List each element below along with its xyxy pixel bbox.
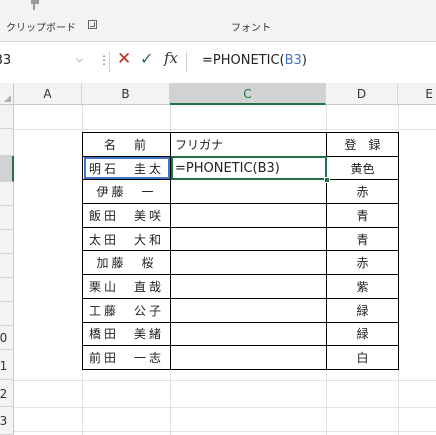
row-number: 11 <box>0 359 8 373</box>
cell-c2[interactable]: フリガナ <box>170 132 327 157</box>
row-header-12[interactable]: 12 <box>0 380 14 407</box>
cell-edit-text[interactable]: =PHONETIC(B3) <box>175 161 280 176</box>
cell-b11[interactable]: 前田 一志 <box>82 345 171 370</box>
ribbon: クリップボード フォント <box>0 0 436 42</box>
cell-d10[interactable]: 緑 <box>326 321 399 347</box>
clipboard-group-label: クリップボード <box>6 23 76 34</box>
select-all-button[interactable] <box>0 83 14 105</box>
row-number: 12 <box>0 387 8 401</box>
row-header-1[interactable] <box>0 105 14 129</box>
cell-b6[interactable]: 太田 大和 <box>82 226 171 252</box>
enter-icon[interactable]: ✓ <box>140 49 153 68</box>
cell-d11[interactable]: 白 <box>326 345 399 370</box>
row-number: 13 <box>0 414 8 428</box>
cell-c11[interactable] <box>170 345 327 370</box>
font-group-label: フォント <box>231 23 271 34</box>
row-number: 10 <box>0 331 8 345</box>
cell-b7[interactable]: 加藤 桜 <box>82 250 171 276</box>
row-header-11[interactable]: 11 <box>0 350 14 380</box>
formula-bar: B3 ⌵ ⋮ ✕ ✓ fx =PHONETIC(B3) <box>0 46 436 76</box>
row-header-8[interactable] <box>0 278 14 302</box>
cell-c8[interactable] <box>170 274 327 299</box>
table-row: 飯田 美咲 青 <box>82 203 399 228</box>
column-header-c[interactable]: C <box>170 83 326 105</box>
row-header-3[interactable] <box>0 156 14 182</box>
cancel-icon[interactable]: ✕ <box>117 49 131 69</box>
grid-line <box>14 407 436 408</box>
row-header-6[interactable] <box>0 230 14 254</box>
grid-line <box>14 129 436 130</box>
column-header-b[interactable]: B <box>82 83 170 105</box>
formula-input[interactable]: =PHONETIC(B3) <box>202 53 307 68</box>
table-row: 橋田 美緒 緑 <box>82 321 399 347</box>
cell-b10[interactable]: 橋田 美緒 <box>82 321 171 347</box>
format-painter-icon[interactable] <box>28 0 42 10</box>
table-row: 栗山 直哉 紫 <box>82 274 399 299</box>
cell-c3[interactable]: =PHONETIC(B3) <box>170 155 330 184</box>
cell-d4[interactable]: 赤 <box>326 179 399 205</box>
cell-d8[interactable]: 紫 <box>326 274 399 299</box>
row-header-4[interactable] <box>0 182 14 206</box>
row-header-2[interactable] <box>0 129 14 156</box>
cell-b8[interactable]: 栗山 直哉 <box>82 274 171 299</box>
fill-handle[interactable] <box>324 177 330 184</box>
cell-c6[interactable] <box>170 226 327 252</box>
row-header-13[interactable]: 13 <box>0 407 14 435</box>
cell-c4[interactable] <box>170 179 327 205</box>
cell-c7[interactable] <box>170 250 327 276</box>
table-row: 太田 大和 青 <box>82 226 399 252</box>
cell-c9[interactable] <box>170 297 327 323</box>
divider <box>186 52 187 72</box>
formula-reference: B3 <box>284 53 302 68</box>
cell-b9[interactable]: 工藤 公子 <box>82 297 171 323</box>
column-header-d[interactable]: D <box>326 83 398 105</box>
cell-d7[interactable]: 赤 <box>326 250 399 276</box>
cell-b4[interactable]: 伊藤 一 <box>82 179 171 205</box>
cell-d9[interactable]: 緑 <box>326 297 399 323</box>
grid-line <box>14 431 436 432</box>
table-row: 工藤 公子 緑 <box>82 297 399 323</box>
cell-b5[interactable]: 飯田 美咲 <box>82 203 171 228</box>
row-header-10[interactable]: 10 <box>0 326 14 350</box>
roster-table: 名 前 フリガナ 登 録 明石 圭太 =PHONETIC(B3) 黄色 伊藤 一… <box>82 132 399 370</box>
cell-b2[interactable]: 名 前 <box>82 132 171 157</box>
row-header-5[interactable] <box>0 206 14 230</box>
table-row: 明石 圭太 =PHONETIC(B3) 黄色 <box>82 155 399 184</box>
table-row: 加藤 桜 赤 <box>82 250 399 276</box>
table-row: 伊藤 一 赤 <box>82 179 399 205</box>
cell-b3[interactable]: 明石 圭太 <box>82 155 171 181</box>
chevron-down-icon[interactable]: ⌵ <box>76 55 83 65</box>
cell-d6[interactable]: 青 <box>326 226 399 252</box>
table-header-row: 名 前 フリガナ 登 録 <box>82 132 399 157</box>
cell-d3[interactable]: 黄色 <box>326 155 399 181</box>
row-header-7[interactable] <box>0 254 14 278</box>
cell-c5[interactable] <box>170 203 327 228</box>
clipboard-dialog-launcher-icon[interactable] <box>88 20 97 29</box>
row-header-9[interactable] <box>0 302 14 326</box>
formula-suffix: ) <box>301 53 307 68</box>
insert-function-icon[interactable]: fx <box>164 49 178 67</box>
cell-d5[interactable]: 青 <box>326 203 399 228</box>
column-header-e[interactable]: E <box>398 83 436 105</box>
cell-c10[interactable] <box>170 321 327 347</box>
cell-d2[interactable]: 登 録 <box>326 132 399 157</box>
grid-line <box>14 380 436 381</box>
name-box-value[interactable]: B3 <box>0 53 11 68</box>
divider <box>109 52 110 72</box>
column-header-a[interactable]: A <box>14 83 82 105</box>
formula-prefix: =PHONETIC( <box>202 53 285 68</box>
table-row: 前田 一志 白 <box>82 345 399 370</box>
